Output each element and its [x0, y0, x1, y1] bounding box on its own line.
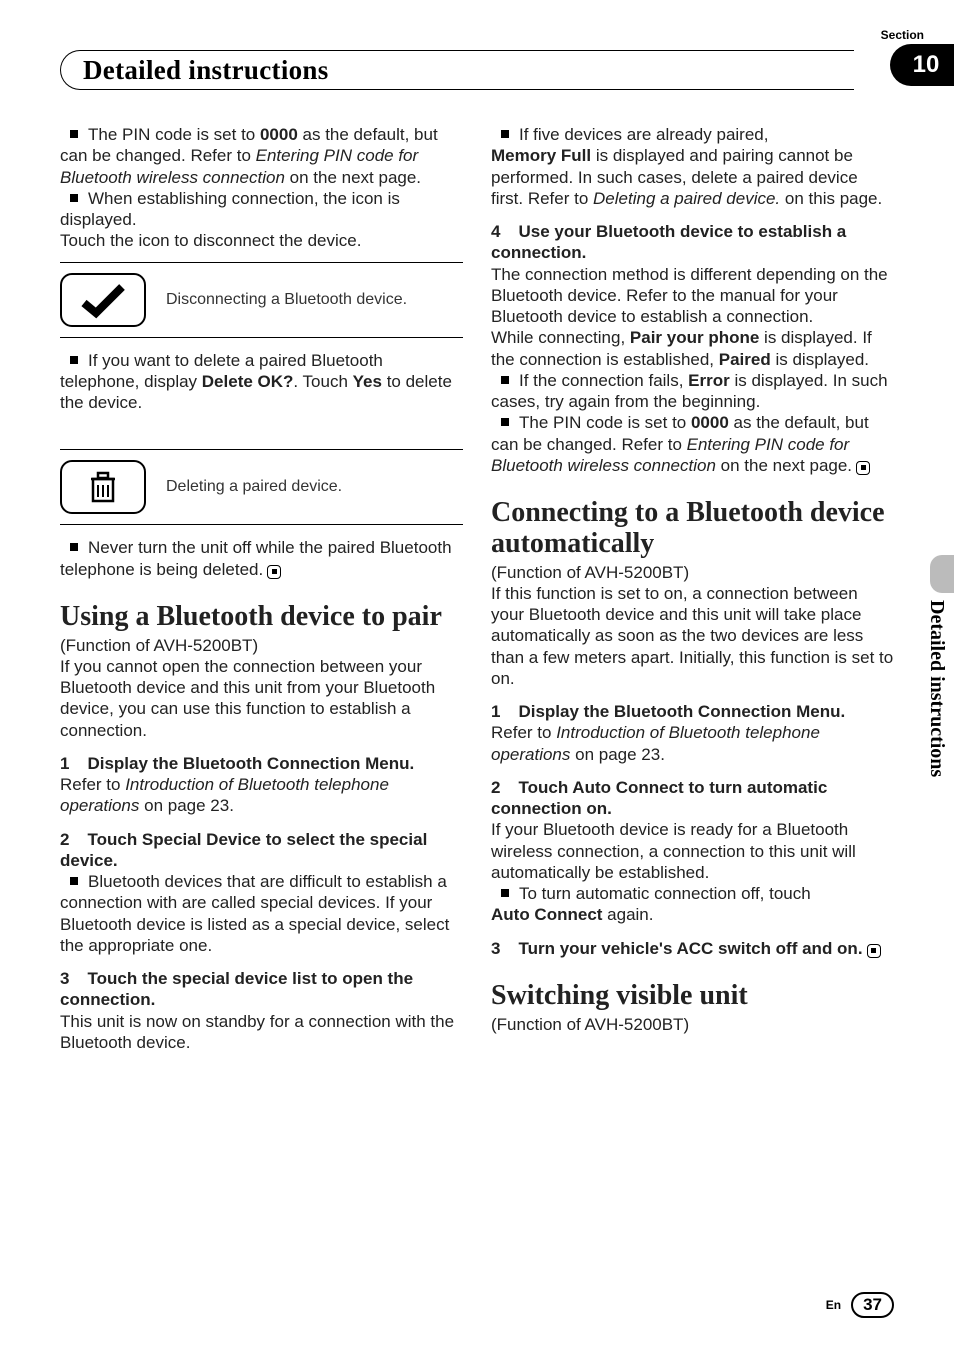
- body-text: Refer to Introduction of Bluetooth telep…: [491, 722, 894, 765]
- bullet-icon: [70, 543, 78, 551]
- end-mark-icon: [867, 944, 881, 958]
- bullet-icon: [501, 889, 509, 897]
- step-heading: 3Turn your vehicle's ACC switch off and …: [491, 938, 894, 959]
- function-note: (Function of AVH-5200BT): [491, 562, 894, 583]
- page-footer: En 37: [826, 1292, 894, 1318]
- body-text: Memory Full is displayed and pairing can…: [491, 145, 894, 188]
- chapter-number-badge: 10: [890, 44, 954, 86]
- body-text: The connection method is different depen…: [491, 264, 894, 328]
- bullet-icon: [70, 194, 78, 202]
- body-text: When establishing connection, the icon i…: [60, 188, 463, 231]
- body-text: To turn automatic connection off, touch: [491, 883, 894, 904]
- icon-caption: Deleting a paired device.: [166, 477, 342, 497]
- end-mark-icon: [267, 565, 281, 579]
- step-heading: 4Use your Bluetooth device to establish …: [491, 221, 894, 264]
- bullet-icon: [501, 376, 509, 384]
- body-text: While connecting, Pair your phone is dis…: [491, 327, 894, 370]
- icon-row: Deleting a paired device.: [60, 449, 463, 525]
- body-text: Refer to Introduction of Bluetooth telep…: [60, 774, 463, 817]
- step-heading: 2Touch Auto Connect to turn automatic co…: [491, 777, 894, 820]
- chapter-title-wrap: Detailed instructions: [60, 50, 854, 90]
- side-tab: [930, 555, 954, 593]
- body-text: The PIN code is set to 0000 as the defau…: [491, 412, 894, 476]
- bullet-icon: [70, 877, 78, 885]
- body-text: If five devices are already paired,: [491, 124, 894, 145]
- heading-switching-visible: Switching visible unit: [491, 981, 894, 1012]
- step-heading: 1Display the Bluetooth Connection Menu.: [491, 701, 894, 722]
- body-text: Auto Connect again.: [491, 904, 894, 925]
- function-note: (Function of AVH-5200BT): [491, 1014, 894, 1035]
- body-text: If you cannot open the connection betwee…: [60, 656, 463, 741]
- step-heading: 1Display the Bluetooth Connection Menu.: [60, 753, 463, 774]
- body-text: Bluetooth devices that are difficult to …: [60, 871, 463, 956]
- body-text: Never turn the unit off while the paired…: [60, 537, 463, 580]
- bullet-icon: [501, 418, 509, 426]
- chapter-title: Detailed instructions: [83, 55, 329, 86]
- end-mark-icon: [856, 461, 870, 475]
- lang-code: En: [826, 1298, 841, 1312]
- heading-connecting-auto: Connecting to a Bluetooth device automat…: [491, 498, 894, 560]
- body-text: The PIN code is set to 0000 as the defau…: [60, 124, 463, 188]
- step-heading: 2Touch Special Device to select the spec…: [60, 829, 463, 872]
- section-label: Section: [881, 28, 924, 42]
- page-number: 37: [851, 1292, 894, 1318]
- body-text: first. Refer to Deleting a paired device…: [491, 188, 894, 209]
- body-text: If your Bluetooth device is ready for a …: [491, 819, 894, 883]
- icon-caption: Disconnecting a Bluetooth device.: [166, 290, 407, 310]
- bullet-icon: [70, 356, 78, 364]
- body-text: Touch the icon to disconnect the device.: [60, 230, 463, 251]
- icon-row: Disconnecting a Bluetooth device.: [60, 262, 463, 338]
- side-label: Detailed instructions: [925, 600, 948, 777]
- body-text: If this function is set to on, a connect…: [491, 583, 894, 689]
- function-note: (Function of AVH-5200BT): [60, 635, 463, 656]
- body-text: This unit is now on standby for a connec…: [60, 1011, 463, 1054]
- delete-device-icon: [60, 460, 146, 514]
- heading-using-bluetooth: Using a Bluetooth device to pair: [60, 602, 463, 633]
- step-heading: 3Touch the special device list to open t…: [60, 968, 463, 1011]
- body-text: If the connection fails, Error is displa…: [491, 370, 894, 413]
- disconnect-icon: [60, 273, 146, 327]
- bullet-icon: [501, 130, 509, 138]
- bullet-icon: [70, 130, 78, 138]
- body-text: If you want to delete a paired Bluetooth…: [60, 350, 463, 414]
- page-body: The PIN code is set to 0000 as the defau…: [60, 124, 894, 1262]
